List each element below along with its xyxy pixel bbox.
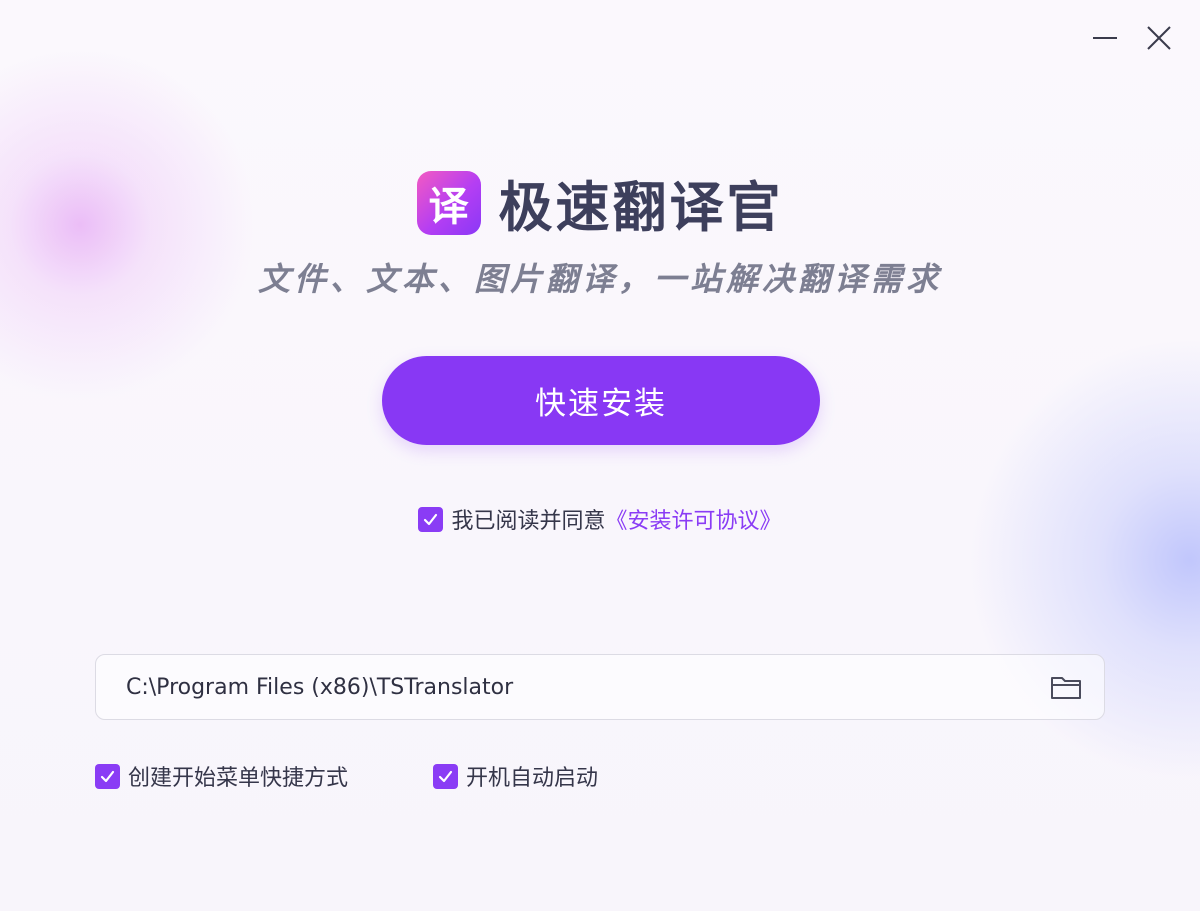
brand-header: 译 极速翻译官 bbox=[0, 163, 1200, 242]
app-title: 极速翻译官 bbox=[498, 176, 784, 239]
window-controls bbox=[1086, 20, 1178, 56]
app-subtitle: 文件、文本、图片翻译，一站解决翻译需求 bbox=[257, 260, 942, 298]
license-agreement-link[interactable]: 《安装许可协议》 bbox=[606, 503, 782, 535]
minimize-icon bbox=[1093, 37, 1117, 39]
close-button[interactable] bbox=[1140, 20, 1178, 56]
logo-text: 译 bbox=[428, 183, 469, 230]
start-menu-shortcut-label: 创建开始菜单快捷方式 bbox=[128, 766, 349, 791]
auto-start-checkbox[interactable] bbox=[433, 763, 459, 789]
minimize-button[interactable] bbox=[1086, 20, 1124, 56]
checkmark-icon bbox=[438, 770, 453, 782]
app-logo: 译 bbox=[416, 170, 481, 235]
auto-start-label: 开机自动启动 bbox=[466, 766, 599, 791]
agreement-row: 我已阅读并同意 《安装许可协议》 bbox=[0, 503, 1200, 535]
option-start-menu-shortcut: 创建开始菜单快捷方式 bbox=[95, 760, 348, 792]
agreement-checkbox[interactable] bbox=[418, 506, 444, 532]
install-options: 创建开始菜单快捷方式 开机自动启动 bbox=[95, 760, 598, 792]
install-path-input[interactable] bbox=[96, 654, 1028, 720]
start-menu-shortcut-checkbox[interactable] bbox=[95, 763, 120, 789]
option-auto-start: 开机自动启动 bbox=[433, 760, 598, 792]
checkmark-icon bbox=[424, 513, 438, 525]
folder-icon bbox=[1051, 677, 1081, 699]
browse-folder-button[interactable] bbox=[1028, 655, 1104, 719]
quick-install-button[interactable]: 快速安装 bbox=[382, 356, 820, 445]
close-icon bbox=[1147, 26, 1171, 50]
install-path-field bbox=[95, 654, 1105, 720]
checkmark-icon bbox=[100, 770, 115, 782]
agreement-text: 我已阅读并同意 bbox=[451, 509, 606, 534]
